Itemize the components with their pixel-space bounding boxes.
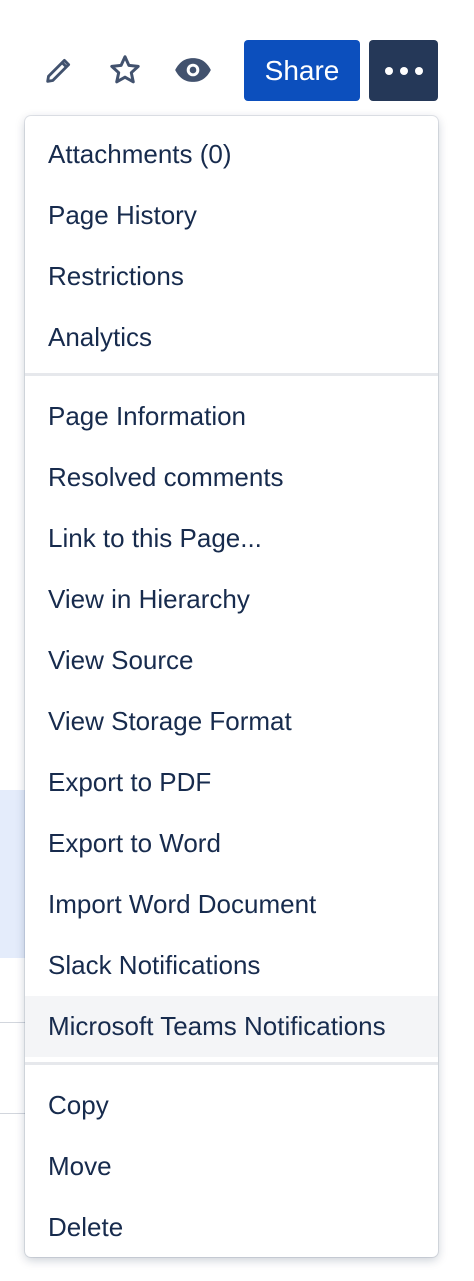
menu-item-move[interactable]: Move: [25, 1136, 438, 1197]
menu-item-analytics[interactable]: Analytics: [25, 307, 438, 368]
background-panel: [0, 790, 26, 958]
menu-item-restrictions[interactable]: Restrictions: [25, 246, 438, 307]
more-actions-dropdown: Attachments (0) Page History Restrictions A…: [25, 116, 438, 1257]
menu-item-view-source[interactable]: View Source: [25, 630, 438, 691]
background-divider: [0, 1022, 26, 1023]
ellipsis-icon: [414, 66, 423, 75]
ellipsis-icon: [399, 66, 408, 75]
menu-item-export-to-word[interactable]: Export to Word: [25, 813, 438, 874]
page-toolbar: Share: [0, 40, 474, 101]
menu-item-view-storage-format[interactable]: View Storage Format: [25, 691, 438, 752]
menu-item-delete[interactable]: Delete: [25, 1197, 438, 1258]
menu-item-link-to-this-page[interactable]: Link to this Page...: [25, 508, 438, 569]
menu-item-microsoft-teams-notifications[interactable]: Microsoft Teams Notifications: [25, 996, 438, 1057]
eye-icon[interactable]: [171, 48, 215, 92]
menu-separator: [25, 373, 438, 377]
menu-item-view-in-hierarchy[interactable]: View in Hierarchy: [25, 569, 438, 630]
menu-item-copy[interactable]: Copy: [25, 1075, 438, 1136]
menu-item-page-information[interactable]: Page Information: [25, 386, 438, 447]
menu-item-slack-notifications[interactable]: Slack Notifications: [25, 935, 438, 996]
ellipsis-icon: [384, 66, 393, 75]
star-icon[interactable]: [103, 48, 147, 92]
menu-separator: [25, 1062, 438, 1066]
pencil-icon[interactable]: [37, 48, 81, 92]
menu-item-attachments-0[interactable]: Attachments (0): [25, 124, 438, 185]
menu-item-export-to-pdf[interactable]: Export to PDF: [25, 752, 438, 813]
menu-item-import-word-document[interactable]: Import Word Document: [25, 874, 438, 935]
share-button[interactable]: Share: [244, 40, 360, 101]
menu-item-page-history[interactable]: Page History: [25, 185, 438, 246]
more-actions-button[interactable]: [369, 40, 438, 101]
menu-item-resolved-comments[interactable]: Resolved comments: [25, 447, 438, 508]
background-divider: [0, 1113, 26, 1114]
